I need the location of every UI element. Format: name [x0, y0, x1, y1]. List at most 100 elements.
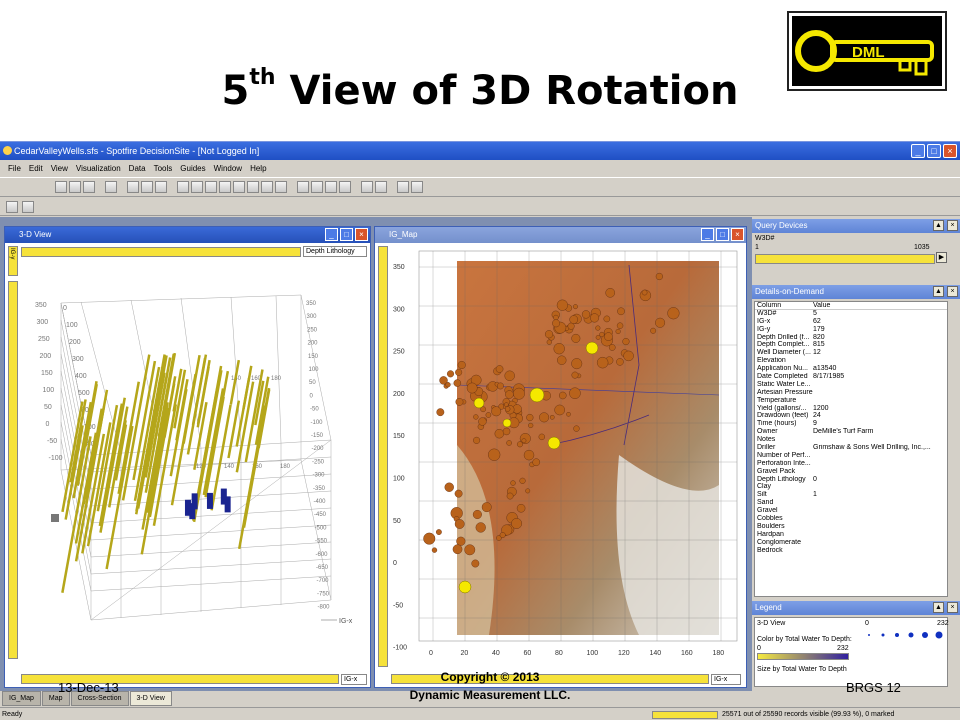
- well-marker[interactable]: [556, 299, 568, 311]
- well-marker[interactable]: [605, 288, 615, 298]
- well-marker[interactable]: [505, 390, 514, 399]
- well-marker[interactable]: [604, 332, 613, 341]
- folder-icon[interactable]: [69, 181, 81, 193]
- import-icon[interactable]: [155, 181, 167, 193]
- well-marker[interactable]: [436, 408, 445, 417]
- well-marker-highlight[interactable]: [458, 580, 472, 594]
- well-column[interactable]: [121, 354, 151, 501]
- well-marker[interactable]: [581, 310, 591, 319]
- paste-icon[interactable]: [141, 181, 153, 193]
- well-marker[interactable]: [519, 477, 526, 484]
- well-marker[interactable]: [478, 417, 487, 426]
- maximize-button[interactable]: □: [927, 144, 941, 158]
- well-marker[interactable]: [616, 358, 624, 366]
- well-marker[interactable]: [504, 370, 515, 381]
- details-icon[interactable]: [361, 181, 373, 193]
- menu-data[interactable]: Data: [129, 161, 146, 176]
- well-marker[interactable]: [566, 412, 571, 417]
- well-marker[interactable]: [559, 391, 567, 400]
- map-left-slider[interactable]: [378, 246, 388, 667]
- well-marker[interactable]: [511, 518, 523, 529]
- well-marker[interactable]: [473, 436, 481, 444]
- axis-handle[interactable]: [51, 514, 59, 522]
- well-marker[interactable]: [573, 425, 580, 432]
- well-marker[interactable]: [622, 338, 630, 346]
- list-icon[interactable]: [375, 181, 387, 193]
- columns-icon[interactable]: [325, 181, 337, 193]
- well-marker[interactable]: [552, 319, 560, 328]
- legend-collapse[interactable]: ▲: [933, 602, 944, 613]
- menu-window[interactable]: Window: [214, 161, 242, 176]
- query-close[interactable]: ×: [947, 220, 958, 231]
- well-marker[interactable]: [595, 335, 601, 340]
- pane-3d-left-slider[interactable]: [8, 281, 18, 659]
- well-marker[interactable]: [557, 355, 567, 365]
- well-marker[interactable]: [454, 519, 465, 529]
- menu-help[interactable]: Help: [250, 161, 266, 176]
- well-marker[interactable]: [525, 488, 531, 494]
- well-marker[interactable]: [546, 339, 552, 345]
- menu-tools[interactable]: Tools: [154, 161, 173, 176]
- profile-chart-icon[interactable]: [247, 181, 259, 193]
- well-base[interactable]: [191, 493, 198, 510]
- well-marker[interactable]: [453, 379, 462, 387]
- menu-guides[interactable]: Guides: [180, 161, 205, 176]
- well-marker[interactable]: [528, 422, 534, 429]
- well-marker[interactable]: [590, 313, 600, 323]
- pane-3d-close[interactable]: ×: [355, 228, 368, 241]
- well-marker[interactable]: [550, 415, 555, 420]
- well-marker[interactable]: [472, 509, 482, 519]
- well-marker[interactable]: [571, 358, 583, 370]
- well-marker[interactable]: [494, 429, 504, 439]
- well-marker[interactable]: [655, 317, 666, 328]
- pane-3d-minimize[interactable]: _: [325, 228, 338, 241]
- well-marker[interactable]: [502, 427, 511, 436]
- pie-chart-icon[interactable]: [219, 181, 231, 193]
- tab-3d-view[interactable]: 3-D View: [129, 691, 172, 706]
- pane-3d-top-slider[interactable]: [21, 247, 301, 257]
- well-marker[interactable]: [538, 433, 545, 441]
- annotate-icon[interactable]: [411, 181, 423, 193]
- bar-chart-icon[interactable]: [205, 181, 217, 193]
- 3d-plot[interactable]: IG-x 350300250200150100500-50-100 010020…: [21, 260, 369, 672]
- well-base[interactable]: [224, 496, 231, 513]
- well-marker[interactable]: [569, 387, 581, 399]
- well-marker[interactable]: [615, 328, 621, 335]
- well-marker[interactable]: [452, 544, 463, 555]
- color-by-combo[interactable]: Depth Lithology: [303, 246, 367, 257]
- well-marker[interactable]: [435, 529, 442, 535]
- well-marker[interactable]: [457, 360, 466, 370]
- close-button[interactable]: ×: [943, 144, 957, 158]
- pane-map-maximize[interactable]: □: [716, 228, 729, 241]
- map-x-axis-combo[interactable]: IG-x: [711, 674, 741, 685]
- well-marker-highlight[interactable]: [529, 387, 545, 403]
- well-marker[interactable]: [539, 412, 550, 423]
- well-marker[interactable]: [491, 406, 502, 417]
- scatter-2d-icon[interactable]: [177, 181, 189, 193]
- well-marker[interactable]: [454, 489, 463, 498]
- rows-icon[interactable]: [339, 181, 351, 193]
- well-marker[interactable]: [513, 387, 525, 400]
- well-marker[interactable]: [617, 307, 625, 316]
- well-marker[interactable]: [603, 315, 611, 323]
- well-marker-highlight[interactable]: [585, 341, 599, 355]
- dod-collapse[interactable]: ▲: [933, 286, 944, 297]
- well-marker[interactable]: [455, 368, 463, 376]
- well-marker[interactable]: [506, 440, 512, 446]
- well-marker[interactable]: [464, 544, 476, 556]
- query-scroll-right[interactable]: ▶: [936, 252, 947, 263]
- well-base[interactable]: [206, 492, 213, 509]
- query-collapse[interactable]: ▲: [933, 220, 944, 231]
- well-marker[interactable]: [495, 365, 504, 373]
- well-marker[interactable]: [599, 331, 605, 338]
- well-marker-highlight[interactable]: [547, 436, 561, 450]
- well-marker[interactable]: [444, 482, 454, 492]
- well-marker[interactable]: [445, 382, 451, 388]
- well-marker[interactable]: [532, 458, 541, 467]
- well-marker[interactable]: [485, 412, 492, 418]
- minimize-button[interactable]: _: [911, 144, 925, 158]
- table-icon[interactable]: [275, 181, 287, 193]
- copy-icon[interactable]: [127, 181, 139, 193]
- tab-ig-map[interactable]: IG_Map: [2, 691, 41, 706]
- well-marker[interactable]: [544, 330, 554, 339]
